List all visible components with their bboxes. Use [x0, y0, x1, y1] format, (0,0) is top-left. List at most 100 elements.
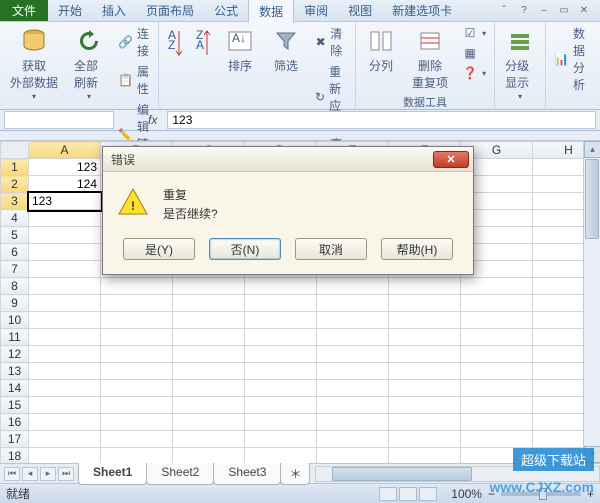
cell-G12[interactable] — [461, 346, 533, 363]
dialog-titlebar[interactable]: 错误 ✕ — [103, 147, 473, 172]
cell-E16[interactable] — [317, 414, 389, 431]
clear-filter-button[interactable]: ✖清除 — [311, 24, 351, 60]
cell-B10[interactable] — [101, 312, 173, 329]
dialog-yes-button[interactable]: 是(Y) — [123, 238, 195, 260]
refresh-all-button[interactable]: 全部刷新▾ — [68, 24, 110, 103]
row-header-4[interactable]: 4 — [1, 210, 29, 227]
window-close-icon[interactable]: ✕ — [576, 4, 592, 18]
cell-A8[interactable] — [29, 278, 101, 295]
cell-C14[interactable] — [173, 380, 245, 397]
cell-C9[interactable] — [173, 295, 245, 312]
cell-C18[interactable] — [173, 448, 245, 464]
fx-icon[interactable]: fx — [138, 113, 167, 127]
cell-G17[interactable] — [461, 431, 533, 448]
tab-newtab[interactable]: 新建选项卡 — [382, 0, 462, 22]
cell-G15[interactable] — [461, 397, 533, 414]
cell-D10[interactable] — [245, 312, 317, 329]
cell-D14[interactable] — [245, 380, 317, 397]
cell-D8[interactable] — [245, 278, 317, 295]
cell-E9[interactable] — [317, 295, 389, 312]
row-header-3[interactable]: 3 — [1, 193, 29, 210]
cell-B8[interactable] — [101, 278, 173, 295]
subtotal-button[interactable]: 分级显示▾ — [499, 24, 541, 103]
data-analysis-button[interactable]: 📊数据分析 — [550, 24, 596, 94]
row-header-8[interactable]: 8 — [1, 278, 29, 295]
cell-F15[interactable] — [389, 397, 461, 414]
scroll-thumb[interactable] — [585, 159, 599, 239]
row-header-15[interactable]: 15 — [1, 397, 29, 414]
view-layout-button[interactable] — [399, 487, 417, 501]
row-header-18[interactable]: 18 — [1, 448, 29, 464]
cell-D18[interactable] — [245, 448, 317, 464]
tab-view[interactable]: 视图 — [338, 0, 382, 22]
sheet-nav-next[interactable]: ▸ — [40, 467, 56, 481]
cell-A15[interactable] — [29, 397, 101, 414]
cell-B13[interactable] — [101, 363, 173, 380]
cell-B11[interactable] — [101, 329, 173, 346]
cell-B16[interactable] — [101, 414, 173, 431]
cell-B12[interactable] — [101, 346, 173, 363]
sheet-nav-first[interactable]: ⏮ — [4, 467, 20, 481]
cell-G10[interactable] — [461, 312, 533, 329]
cell-A5[interactable] — [29, 227, 101, 244]
cell-C12[interactable] — [173, 346, 245, 363]
sheet-nav-last[interactable]: ⏭ — [58, 467, 74, 481]
sheet-tab-Sheet3[interactable]: Sheet3 — [213, 463, 281, 485]
cell-E13[interactable] — [317, 363, 389, 380]
row-header-9[interactable]: 9 — [1, 295, 29, 312]
cell-G8[interactable] — [461, 278, 533, 295]
properties-button[interactable]: 📋属性 — [114, 62, 154, 98]
cell-A7[interactable] — [29, 261, 101, 278]
cell-D15[interactable] — [245, 397, 317, 414]
cell-C13[interactable] — [173, 363, 245, 380]
remove-duplicates-button[interactable]: 删除 重复项 — [406, 24, 454, 93]
sort-button[interactable]: A↓ 排序 — [219, 24, 261, 76]
cell-D12[interactable] — [245, 346, 317, 363]
hscroll-thumb[interactable] — [332, 467, 472, 481]
cell-F11[interactable] — [389, 329, 461, 346]
view-break-button[interactable] — [419, 487, 437, 501]
dialog-cancel-button[interactable]: 取消 — [295, 238, 367, 260]
cell-E18[interactable] — [317, 448, 389, 464]
cell-F8[interactable] — [389, 278, 461, 295]
window-min-icon[interactable]: – — [536, 4, 552, 18]
filter-button[interactable]: 筛选 — [265, 24, 307, 76]
dialog-help-button[interactable]: 帮助(H) — [381, 238, 453, 260]
tab-file[interactable]: 文件 — [0, 0, 48, 21]
sort-za-button[interactable]: ZA — [191, 24, 215, 64]
select-all-corner[interactable] — [1, 142, 29, 159]
cell-C11[interactable] — [173, 329, 245, 346]
sheet-tab-Sheet1[interactable]: Sheet1 — [78, 463, 147, 485]
tab-formula[interactable]: 公式 — [204, 0, 248, 22]
tab-insert[interactable]: 插入 — [92, 0, 136, 22]
dialog-close-button[interactable]: ✕ — [433, 151, 469, 168]
cell-F12[interactable] — [389, 346, 461, 363]
tab-review[interactable]: 审阅 — [294, 0, 338, 22]
tab-home[interactable]: 开始 — [48, 0, 92, 22]
row-header-17[interactable]: 17 — [1, 431, 29, 448]
cell-G16[interactable] — [461, 414, 533, 431]
cell-F16[interactable] — [389, 414, 461, 431]
cell-B15[interactable] — [101, 397, 173, 414]
cell-D13[interactable] — [245, 363, 317, 380]
cell-F14[interactable] — [389, 380, 461, 397]
consolidate-button[interactable]: ▦ — [458, 44, 490, 62]
cell-A12[interactable] — [29, 346, 101, 363]
row-header-12[interactable]: 12 — [1, 346, 29, 363]
cell-A13[interactable] — [29, 363, 101, 380]
help-icon[interactable]: ? — [516, 4, 532, 18]
row-header-13[interactable]: 13 — [1, 363, 29, 380]
cell-A11[interactable] — [29, 329, 101, 346]
cell-A3[interactable]: 123 — [29, 193, 101, 210]
cell-A16[interactable] — [29, 414, 101, 431]
cell-E14[interactable] — [317, 380, 389, 397]
cell-G13[interactable] — [461, 363, 533, 380]
dialog-no-button[interactable]: 否(N) — [209, 238, 281, 260]
cell-C8[interactable] — [173, 278, 245, 295]
cell-G9[interactable] — [461, 295, 533, 312]
tab-layout[interactable]: 页面布局 — [136, 0, 204, 22]
cell-F10[interactable] — [389, 312, 461, 329]
formula-input[interactable]: 123 — [167, 111, 596, 129]
sheet-tab-Sheet2[interactable]: Sheet2 — [146, 463, 214, 485]
view-normal-button[interactable] — [379, 487, 397, 501]
